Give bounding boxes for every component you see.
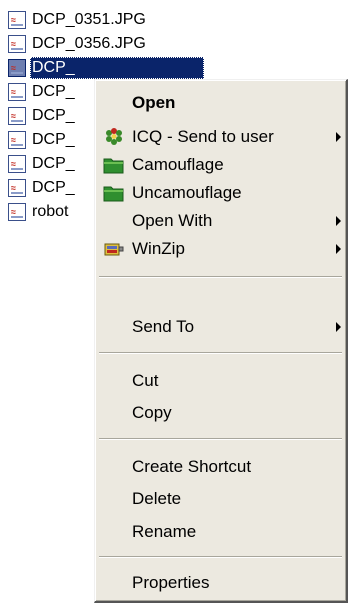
file-name: robot bbox=[32, 203, 69, 220]
file-name: DCP_0356.JPG bbox=[32, 35, 146, 52]
menu-separator bbox=[99, 438, 342, 440]
green-folder-icon bbox=[103, 158, 124, 174]
menu-item-open[interactable]: Open bbox=[95, 88, 345, 118]
file-name: DCP_ bbox=[32, 179, 75, 196]
menu-item-copy[interactable]: Copy bbox=[95, 398, 345, 428]
file-name: DCP_ bbox=[32, 83, 75, 100]
file-name: DCP_ bbox=[32, 131, 75, 148]
jpeg-file-icon: ≈ bbox=[8, 131, 26, 149]
icq-flower-icon bbox=[106, 128, 122, 145]
jpeg-file-icon: ≈ bbox=[8, 179, 26, 197]
green-folder-icon bbox=[103, 186, 124, 202]
menu-item-icq-send-to-user[interactable]: ICQ - Send to user bbox=[95, 122, 345, 152]
menu-item-label: Camouflage bbox=[132, 155, 224, 174]
context-menu: Open ICQ - Send to user Camouflage Uncam… bbox=[94, 79, 348, 603]
menu-item-label: Open With bbox=[132, 211, 213, 230]
jpeg-file-icon: ≈ bbox=[8, 155, 26, 173]
menu-item-label: WinZip bbox=[132, 239, 185, 258]
file-name: DCP_ bbox=[32, 107, 75, 124]
menu-item-camouflage[interactable]: Camouflage bbox=[95, 150, 345, 180]
menu-separator bbox=[99, 556, 342, 558]
submenu-arrow-icon bbox=[336, 244, 341, 254]
menu-item-open-with[interactable]: Open With bbox=[95, 206, 345, 236]
submenu-arrow-icon bbox=[336, 132, 341, 142]
menu-item-label: Send To bbox=[132, 317, 195, 336]
menu-separator bbox=[99, 352, 342, 354]
menu-item-label: Delete bbox=[132, 489, 182, 508]
jpeg-file-icon: ≈ bbox=[8, 107, 26, 125]
winzip-vise-icon bbox=[104, 243, 124, 256]
menu-item-label: Uncamouflage bbox=[132, 183, 242, 202]
file-name: DCP_ bbox=[30, 57, 204, 79]
file-item[interactable]: ≈ DCP_0351.JPG bbox=[8, 8, 208, 32]
jpeg-file-icon: ≈ bbox=[8, 35, 26, 53]
file-name: DCP_ bbox=[32, 155, 75, 172]
menu-item-create-shortcut[interactable]: Create Shortcut bbox=[95, 452, 345, 482]
menu-item-send-to[interactable]: Send To bbox=[95, 312, 345, 342]
menu-item-label: Open bbox=[132, 93, 176, 112]
menu-item-label: Properties bbox=[132, 573, 210, 592]
menu-item-properties[interactable]: Properties bbox=[95, 568, 345, 598]
jpeg-file-icon: ≈ bbox=[8, 11, 26, 29]
jpeg-file-icon: ≈ bbox=[8, 203, 26, 221]
menu-item-rename[interactable]: Rename bbox=[95, 517, 345, 547]
menu-item-winzip[interactable]: WinZip bbox=[95, 234, 345, 264]
menu-item-label: ICQ - Send to user bbox=[132, 127, 274, 146]
menu-item-label: Copy bbox=[132, 403, 172, 422]
menu-item-delete[interactable]: Delete bbox=[95, 484, 345, 514]
file-item-selected[interactable]: ≈ DCP_ bbox=[8, 56, 208, 80]
menu-item-label: Rename bbox=[132, 522, 197, 541]
file-name: DCP_0351.JPG bbox=[32, 11, 146, 28]
menu-item-label: Create Shortcut bbox=[132, 457, 252, 476]
menu-separator bbox=[99, 276, 342, 278]
submenu-arrow-icon bbox=[336, 322, 341, 332]
menu-item-label: Cut bbox=[132, 371, 159, 390]
submenu-arrow-icon bbox=[336, 216, 341, 226]
jpeg-file-icon: ≈ bbox=[8, 83, 26, 101]
menu-item-uncamouflage[interactable]: Uncamouflage bbox=[95, 178, 345, 208]
file-item[interactable]: ≈ DCP_0356.JPG bbox=[8, 32, 208, 56]
menu-item-cut[interactable]: Cut bbox=[95, 366, 345, 396]
jpeg-file-icon: ≈ bbox=[8, 59, 26, 77]
